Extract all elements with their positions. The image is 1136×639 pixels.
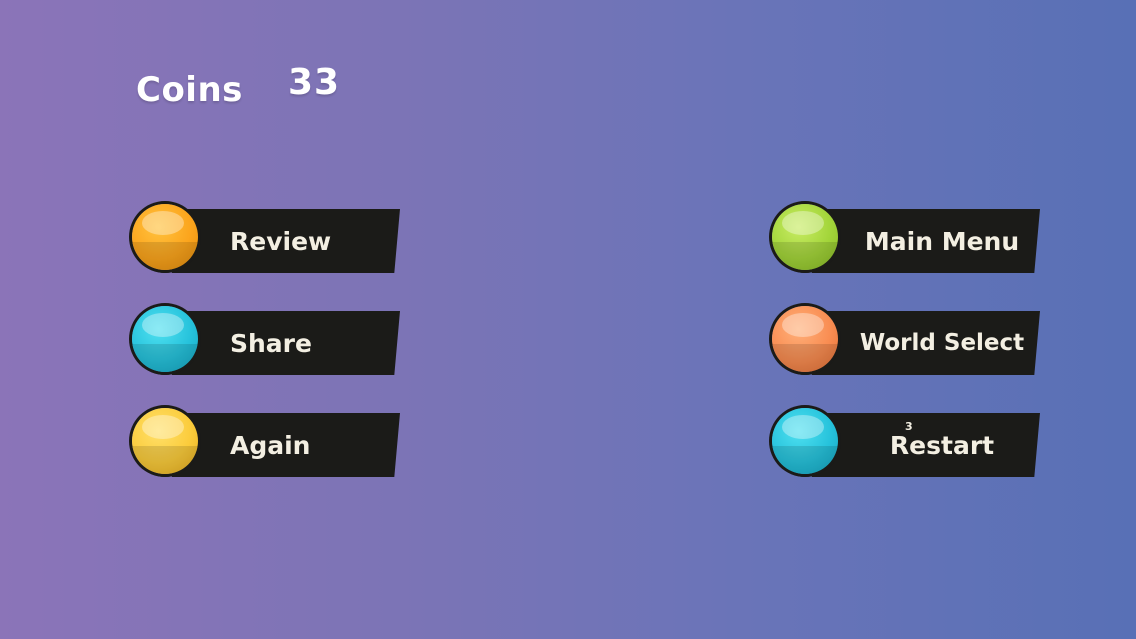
- main-menu-button[interactable]: Main Menu: [772, 204, 1042, 280]
- world-select-button[interactable]: World Select: [772, 306, 1042, 382]
- green-orb-icon: [772, 204, 838, 270]
- again-button[interactable]: Again: [132, 408, 402, 484]
- peach-orb-icon: [772, 306, 838, 372]
- share-label: Share: [230, 328, 312, 358]
- yellow-orb-icon: [132, 408, 198, 474]
- restart-badge: 3: [905, 420, 913, 433]
- review-label: Review: [230, 226, 332, 256]
- restart-button[interactable]: Restart 3: [772, 408, 1042, 484]
- review-button[interactable]: Review: [132, 204, 402, 280]
- coins-value: 33: [288, 62, 341, 103]
- share-button[interactable]: Share: [132, 306, 402, 382]
- main-menu-label: Main Menu: [864, 226, 1020, 256]
- teal-orb-icon: [132, 306, 198, 372]
- orange-orb-icon: [132, 204, 198, 270]
- coins-label: Coins: [136, 70, 243, 110]
- again-label: Again: [230, 430, 311, 460]
- teal-orb-icon: [772, 408, 838, 474]
- world-select-label: World Select: [859, 330, 1025, 356]
- restart-label: Restart: [889, 430, 995, 460]
